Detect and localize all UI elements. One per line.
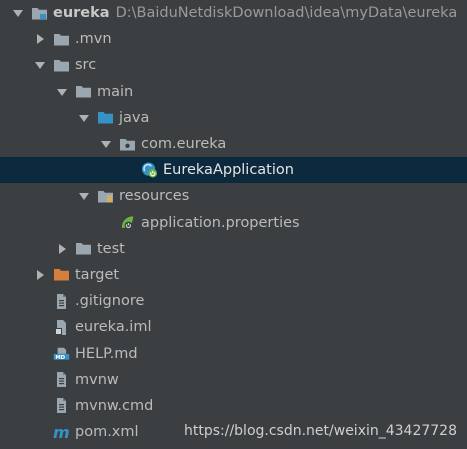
tree-item-label: eureka.iml <box>75 319 152 336</box>
iml-file-icon <box>53 319 70 336</box>
tree-item-label: eureka <box>53 5 110 22</box>
tree-row-src[interactable]: src <box>0 52 467 78</box>
collapse-arrow-right-icon[interactable] <box>33 268 47 282</box>
excluded-folder-icon <box>53 266 70 283</box>
text-file-icon <box>53 371 70 388</box>
tree-item-label: main <box>97 83 134 100</box>
collapse-arrow-right-icon[interactable] <box>33 32 47 46</box>
markdown-file-icon: MD <box>53 345 70 362</box>
expand-arrow-down-icon[interactable] <box>55 85 69 99</box>
svg-text:m: m <box>53 424 70 441</box>
tree-item-label: HELP.md <box>75 345 138 362</box>
expand-arrow-down-icon[interactable] <box>33 58 47 72</box>
tree-row-mvnw-cmd[interactable]: mvnw.cmd <box>0 393 467 419</box>
package-icon <box>119 136 136 153</box>
project-folder-icon <box>31 5 48 22</box>
tree-row-mvn[interactable]: .mvn <box>0 26 467 52</box>
tree-row-resources[interactable]: resources <box>0 183 467 209</box>
folder-icon <box>75 83 92 100</box>
source-folder-icon <box>97 109 114 126</box>
tree-item-label: mvnw <box>75 371 119 388</box>
tree-row-target[interactable]: target <box>0 262 467 288</box>
tree-item-label: resources <box>119 188 190 205</box>
spring-properties-icon <box>119 214 136 231</box>
expand-arrow-down-icon[interactable] <box>99 137 113 151</box>
tree-row-eurekaapplication[interactable]: EurekaApplication <box>0 157 467 184</box>
tree-item-label: target <box>75 266 120 283</box>
tree-row-eureka[interactable]: eureka D:\BaiduNetdiskDownload\idea\myDat… <box>0 0 467 26</box>
tree-row-main[interactable]: main <box>0 79 467 105</box>
text-file-icon <box>53 397 70 414</box>
project-tree: eureka D:\BaiduNetdiskDownload\idea\myDat… <box>0 0 467 445</box>
spring-boot-class-icon <box>141 162 158 179</box>
tree-item-label: src <box>75 57 97 74</box>
tree-item-label: EurekaApplication <box>163 162 294 179</box>
collapse-arrow-right-icon[interactable] <box>55 242 69 256</box>
tree-row-eureka-iml[interactable]: eureka.iml <box>0 314 467 340</box>
tree-row-help-md[interactable]: MD HELP.md <box>0 340 467 366</box>
tree-row-java[interactable]: java <box>0 105 467 131</box>
resources-folder-icon <box>97 188 114 205</box>
expand-arrow-down-icon[interactable] <box>11 6 25 20</box>
folder-icon <box>53 57 70 74</box>
tree-row-application-properties[interactable]: application.properties <box>0 210 467 236</box>
tree-item-label: .mvn <box>75 31 112 48</box>
watermark-text: https://blog.csdn.net/weixin_43427728 <box>183 423 457 439</box>
tree-item-label: java <box>119 109 150 126</box>
folder-icon <box>53 31 70 48</box>
tree-row-gitignore[interactable]: .gitignore <box>0 288 467 314</box>
svg-text:MD: MD <box>55 355 65 361</box>
tree-row-com-eureka[interactable]: com.eureka <box>0 131 467 157</box>
tree-item-label: application.properties <box>141 214 300 231</box>
project-path: D:\BaiduNetdiskDownload\idea\myData\eure… <box>115 5 458 22</box>
tree-row-test[interactable]: test <box>0 236 467 262</box>
folder-icon <box>75 240 92 257</box>
tree-item-label: com.eureka <box>141 136 227 153</box>
expand-arrow-down-icon[interactable] <box>77 111 91 125</box>
tree-item-label: test <box>97 240 125 257</box>
tree-item-label: .gitignore <box>75 293 145 310</box>
maven-icon: m <box>53 424 70 441</box>
tree-row-mvnw[interactable]: mvnw <box>0 367 467 393</box>
tree-item-label: mvnw.cmd <box>75 397 154 414</box>
text-file-icon <box>53 293 70 310</box>
tree-item-label: pom.xml <box>75 424 139 441</box>
expand-arrow-down-icon[interactable] <box>77 189 91 203</box>
